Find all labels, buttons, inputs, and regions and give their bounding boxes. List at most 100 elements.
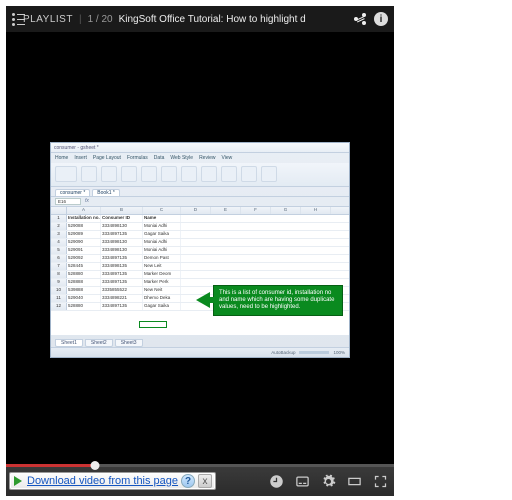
cell: Marker Perk (143, 279, 181, 286)
zoom-slider (299, 351, 329, 354)
cell: Moniai Adhi (143, 247, 181, 254)
col-header: C (143, 207, 181, 214)
cell: Name (143, 215, 181, 222)
cell: Moniai Adhi (143, 239, 181, 246)
watch-later-icon[interactable] (268, 474, 284, 490)
progress-track[interactable] (6, 464, 394, 467)
captions-icon[interactable] (294, 474, 310, 490)
menu-item: Page Layout (93, 155, 121, 161)
progress-fill (6, 464, 95, 467)
sheet-tab: Sheet2 (85, 339, 113, 347)
cell: 3334897135 (101, 271, 143, 278)
cell: 3334897135 (101, 255, 143, 262)
table-row: 25290883334898130Moniai Adhi (51, 223, 349, 231)
cell: 3334898130 (101, 247, 143, 254)
cell: 3334898130 (101, 223, 143, 230)
video-stage[interactable]: consumer - gsheet * Home Insert Page Lay… (6, 32, 394, 467)
close-icon[interactable]: x (198, 474, 212, 488)
menu-tabs: Home Insert Page Layout Formulas Data We… (51, 153, 349, 161)
spreadsheet-screenshot: consumer - gsheet * Home Insert Page Lay… (50, 142, 350, 358)
fx-icon: fx (85, 198, 89, 204)
help-icon[interactable]: ? (181, 474, 195, 488)
download-banner: Download video from this page ? x (9, 472, 216, 490)
cell: 3334897135 (101, 279, 143, 286)
menu-item: Home (55, 155, 68, 161)
cell: 529089 (67, 231, 101, 238)
cell: New Leit (143, 263, 181, 270)
formula-bar: E16 fx (51, 197, 349, 207)
sheet-tab: Sheet3 (115, 339, 143, 347)
sheet-tabs: Sheet1 Sheet2 Sheet3 (55, 339, 143, 347)
cell: Installation no. (67, 215, 101, 222)
ribbon-button (241, 166, 257, 182)
cell: 3334898130 (101, 239, 143, 246)
theater-icon[interactable] (346, 474, 362, 490)
progress-knob[interactable] (91, 461, 100, 470)
playlist-count: 1 / 20 (88, 14, 113, 25)
cell: 529088 (67, 223, 101, 230)
cell: 528880 (67, 271, 101, 278)
table-row: 75284453334898135New Leit (51, 263, 349, 271)
cell: 3335855522 (101, 287, 143, 294)
spreadsheet-grid: A B C D E F G H 1Installation no.Consume… (51, 207, 349, 335)
callout-tooltip: This is a list of consumer id, installat… (213, 285, 343, 317)
zoom-value: 100% (333, 350, 345, 355)
cell: Demon Past (143, 255, 181, 262)
cell: 529040 (67, 295, 101, 302)
info-icon[interactable]: i (374, 12, 388, 26)
ribbon-button (161, 166, 177, 182)
ribbon-button (101, 166, 117, 182)
table-row: 55290913334898130Moniai Adhi (51, 247, 349, 255)
menu-item: View (221, 155, 232, 161)
playlist-label[interactable]: PLAYLIST (23, 14, 73, 25)
cell: 529092 (67, 255, 101, 262)
name-box: E16 (55, 198, 81, 205)
col-header: D (181, 207, 211, 214)
document-tabs: consumer * Book1 * (51, 187, 349, 197)
doc-tab: consumer * (55, 189, 90, 196)
cell: 539888 (67, 287, 101, 294)
cell: 529090 (67, 239, 101, 246)
ribbon-button (81, 166, 97, 182)
playlist-icon[interactable] (12, 13, 17, 26)
col-header: G (271, 207, 301, 214)
cell: Moniai Adhi (143, 223, 181, 230)
cell: 3334898221 (101, 295, 143, 302)
cell: Gagar Saika (143, 231, 181, 238)
ribbon-button (141, 166, 157, 182)
cell: 3334897135 (101, 303, 143, 310)
status-bar: AutoBackup 100% (51, 347, 349, 357)
share-icon[interactable] (354, 12, 368, 26)
col-header: H (301, 207, 331, 214)
ribbon-button (121, 166, 137, 182)
menu-item: Data (154, 155, 165, 161)
cell: 528888 (67, 279, 101, 286)
ribbon-button (181, 166, 197, 182)
autobackup-label: AutoBackup (271, 350, 295, 355)
cell: Dhemo Deka (143, 295, 181, 302)
separator: | (79, 14, 82, 25)
video-title: KingSoft Office Tutorial: How to highlig… (119, 14, 348, 25)
arrow-icon (196, 292, 210, 308)
cell: Marker Deom (143, 271, 181, 278)
cell: 528445 (67, 263, 101, 270)
cell: 3334897135 (101, 231, 143, 238)
settings-icon[interactable] (320, 474, 336, 490)
cell: New Neit (143, 287, 181, 294)
table-row: 85288803334897135Marker Deom (51, 271, 349, 279)
table-row: 45290903334898130Moniai Adhi (51, 239, 349, 247)
ribbon-button (221, 166, 237, 182)
menu-item: Insert (74, 155, 87, 161)
menu-item: Review (199, 155, 215, 161)
callout-text: This is a list of consumer id, installat… (219, 290, 334, 310)
fullscreen-icon[interactable] (372, 474, 388, 490)
table-row: 35290893334897135Gagar Saika (51, 231, 349, 239)
col-header: B (101, 207, 143, 214)
download-link[interactable]: Download video from this page (27, 475, 178, 487)
doc-tab: Book1 * (92, 189, 120, 196)
cell: 528880 (67, 303, 101, 310)
play-icon[interactable] (12, 475, 24, 487)
col-header: F (241, 207, 271, 214)
ribbon-button (261, 166, 277, 182)
table-row: 65290923334897135Demon Past (51, 255, 349, 263)
